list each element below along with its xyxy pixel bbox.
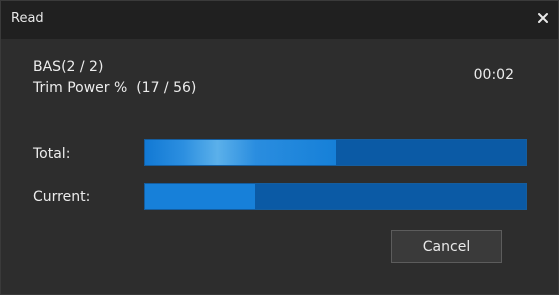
dialog-title: Read (11, 11, 44, 26)
total-label: Total: (33, 146, 71, 162)
current-progress-bar (144, 183, 527, 210)
total-progress-bar (144, 139, 527, 166)
title-bar: Read (1, 1, 558, 39)
current-label: Current: (33, 189, 91, 205)
elapsed-time: 00:02 (473, 67, 514, 83)
read-dialog: Read BAS(2 / 2) Trim Power % (17 / 56) 0… (0, 0, 559, 295)
close-icon[interactable] (534, 9, 552, 27)
cancel-button[interactable]: Cancel (391, 230, 502, 263)
current-progress-fill (145, 184, 256, 209)
operation-text: BAS(2 / 2) (33, 59, 104, 75)
item-text: Trim Power % (17 / 56) (33, 80, 197, 96)
total-progress-fill (145, 140, 336, 165)
